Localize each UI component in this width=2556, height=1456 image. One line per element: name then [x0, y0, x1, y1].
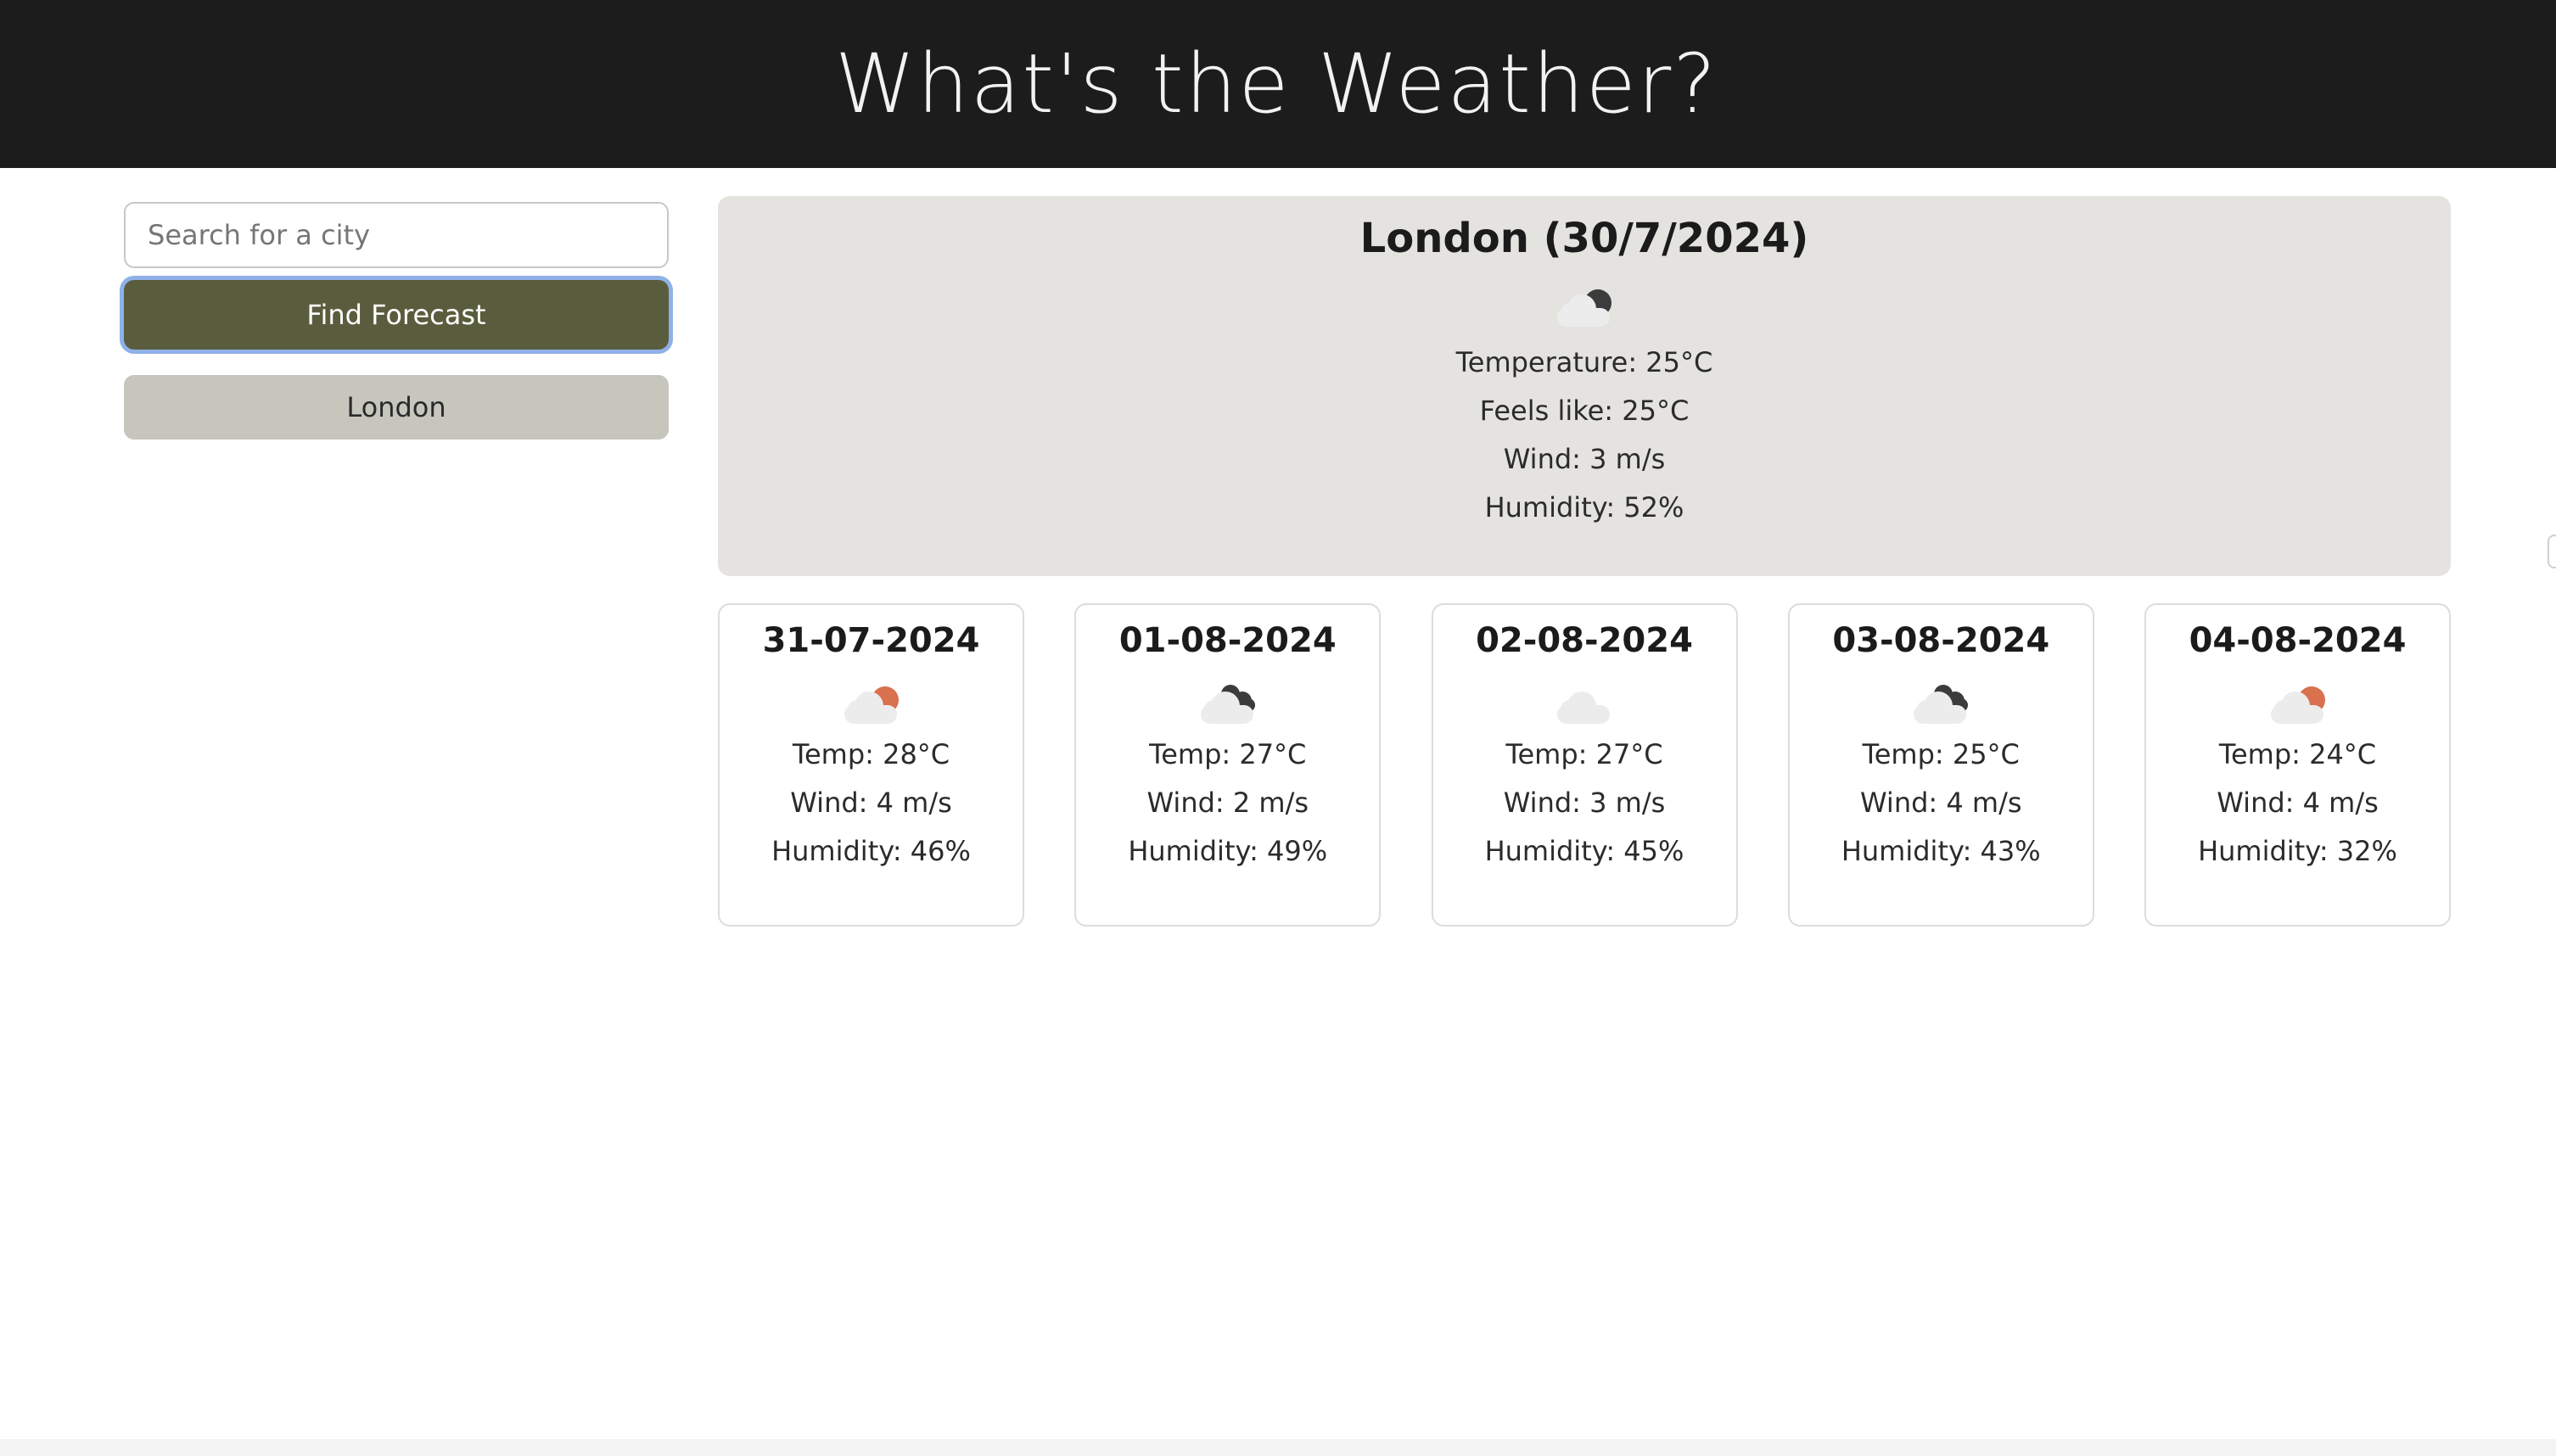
cloud-icon: [1550, 681, 1618, 729]
forecast-humidity: Humidity: 49%: [1128, 835, 1328, 867]
history-city-button[interactable]: London: [124, 375, 669, 440]
forecast-date: 02-08-2024: [1476, 621, 1693, 660]
forecast-list: 31-07-2024 Temp: 28°C Wind: 4 m/s Humidi…: [718, 603, 2451, 927]
current-city-title: London (30/7/2024): [1359, 215, 1809, 262]
forecast-date: 04-08-2024: [2189, 621, 2407, 660]
sun-cloud-icon: [2264, 681, 2332, 729]
forecast-temp: Temp: 25°C: [1862, 738, 2020, 770]
page-bottom-strip: [0, 1439, 2556, 1456]
forecast-humidity: Humidity: 43%: [1841, 835, 2041, 867]
forecast-temp: Temp: 28°C: [792, 738, 950, 770]
current-wind: Wind: 3 m/s: [1503, 442, 1666, 475]
dark-clouds-icon: [1907, 681, 1975, 729]
forecast-card: 03-08-2024 Temp: 25°C Wind: 4 m/s Humidi…: [1787, 603, 2094, 927]
sun-cloud-icon: [838, 681, 905, 729]
sidebar: Find Forecast London: [124, 202, 669, 440]
forecast-humidity: Humidity: 45%: [1484, 835, 1684, 867]
scroll-handle[interactable]: [2548, 535, 2556, 568]
forecast-card: 31-07-2024 Temp: 28°C Wind: 4 m/s Humidi…: [718, 603, 1024, 927]
page-title: What's the Weather?: [834, 36, 1718, 132]
forecast-wind: Wind: 2 m/s: [1146, 787, 1309, 819]
current-humidity: Humidity: 52%: [1484, 490, 1684, 524]
forecast-wind: Wind: 4 m/s: [790, 787, 952, 819]
forecast-wind: Wind: 4 m/s: [2217, 787, 2379, 819]
find-forecast-button[interactable]: Find Forecast: [124, 280, 669, 350]
city-search-input[interactable]: [124, 202, 669, 268]
forecast-humidity: Humidity: 32%: [2198, 835, 2397, 867]
current-temperature: Temperature: 25°C: [1455, 345, 1713, 378]
moon-cloud-icon: [1550, 284, 1618, 332]
forecast-temp: Temp: 27°C: [1149, 738, 1307, 770]
forecast-card: 04-08-2024 Temp: 24°C Wind: 4 m/s Humidi…: [2144, 603, 2451, 927]
current-feels-like: Feels like: 25°C: [1479, 394, 1690, 427]
current-weather-panel: London (30/7/2024) Temperature: 25°C Fee…: [718, 196, 2451, 576]
forecast-date: 31-07-2024: [762, 621, 980, 660]
forecast-temp: Temp: 24°C: [2218, 738, 2377, 770]
page-header: What's the Weather?: [0, 0, 2556, 168]
forecast-temp: Temp: 27°C: [1505, 738, 1663, 770]
forecast-wind: Wind: 4 m/s: [1859, 787, 2022, 819]
forecast-wind: Wind: 3 m/s: [1503, 787, 1666, 819]
forecast-card: 02-08-2024 Temp: 27°C Wind: 3 m/s Humidi…: [1431, 603, 1738, 927]
forecast-card: 01-08-2024 Temp: 27°C Wind: 2 m/s Humidi…: [1074, 603, 1382, 927]
dark-clouds-icon: [1194, 681, 1262, 729]
forecast-humidity: Humidity: 46%: [771, 835, 971, 867]
forecast-date: 03-08-2024: [1832, 621, 2050, 660]
forecast-date: 01-08-2024: [1118, 621, 1337, 660]
